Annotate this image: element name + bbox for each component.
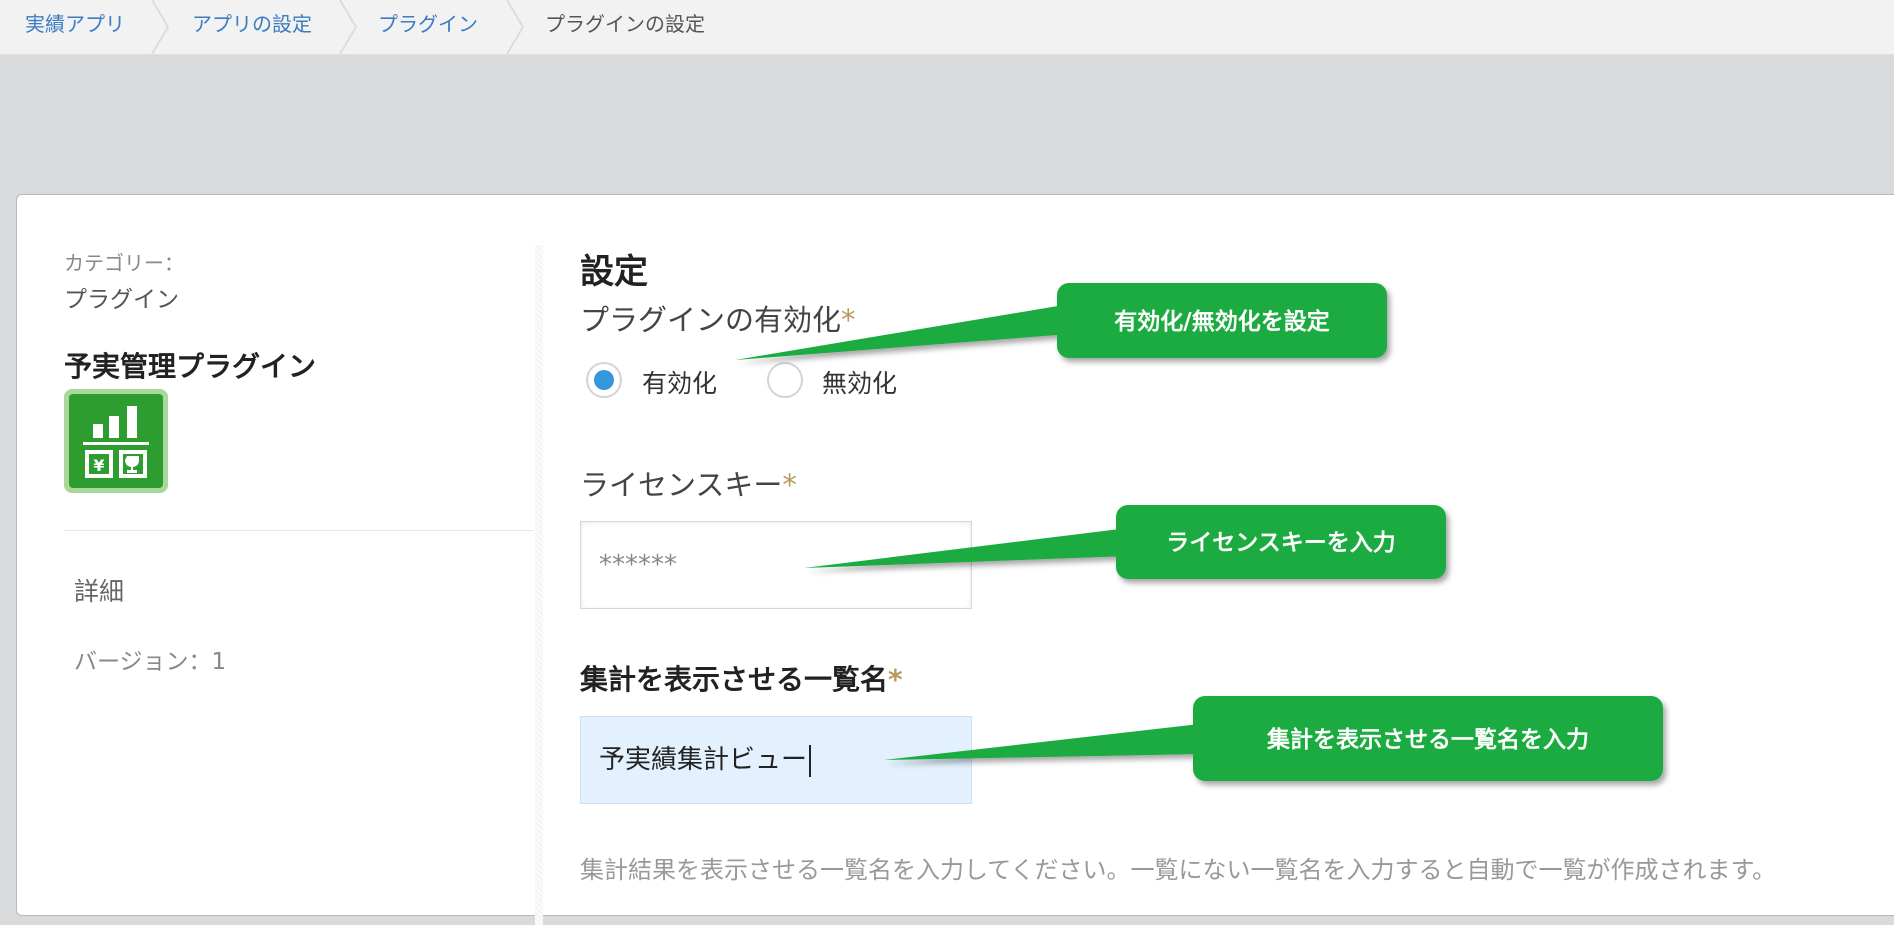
callout-overlay bbox=[735, 283, 1663, 781]
callout-view-name-text: 集計を表示させる一覧名を入力 bbox=[1267, 727, 1589, 753]
callout-enable-text: 有効化/無効化を設定 bbox=[1114, 309, 1330, 335]
callout-license-text: ライセンスキーを入力 bbox=[1166, 530, 1396, 556]
